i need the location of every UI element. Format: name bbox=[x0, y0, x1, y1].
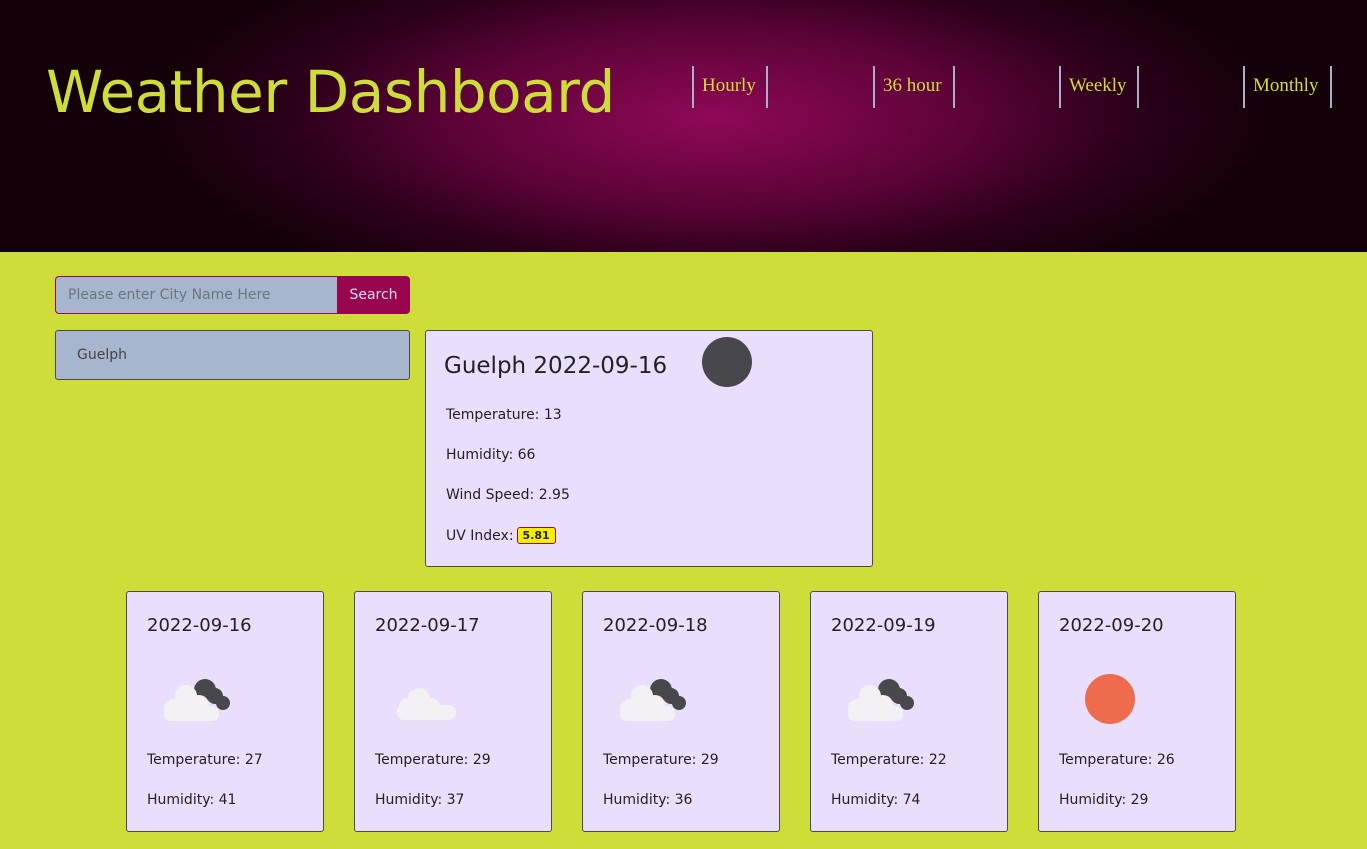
forecast-date: 2022-09-17 bbox=[375, 615, 480, 636]
forecast-humidity: Humidity: 36 bbox=[603, 792, 693, 808]
current-temperature: Temperature: 13 bbox=[446, 407, 562, 423]
forecast-date: 2022-09-16 bbox=[147, 615, 252, 636]
nav-36-hour[interactable]: 36 hour bbox=[873, 66, 955, 108]
forecast-date: 2022-09-18 bbox=[603, 615, 708, 636]
forecast-temperature: Temperature: 27 bbox=[147, 752, 263, 768]
current-weather-card: Guelph 2022-09-16 Temperature: 13 Humidi… bbox=[425, 330, 873, 567]
forecast-humidity: Humidity: 37 bbox=[375, 792, 465, 808]
forecast-card: 2022-09-18 Temperature: 29 Humidity: 36 bbox=[582, 591, 780, 832]
forecast-card: 2022-09-17 Temperature: 29 Humidity: 37 bbox=[354, 591, 552, 832]
search-input[interactable] bbox=[55, 276, 338, 314]
forecast-humidity: Humidity: 41 bbox=[147, 792, 237, 808]
current-city-date: Guelph 2022-09-16 bbox=[444, 353, 668, 379]
current-humidity: Humidity: 66 bbox=[446, 447, 536, 463]
forecast-date: 2022-09-19 bbox=[831, 615, 936, 636]
uv-badge: 5.81 bbox=[516, 527, 556, 544]
weather-icon bbox=[702, 337, 752, 387]
nav-hourly[interactable]: Hourly bbox=[692, 66, 768, 108]
search-button[interactable]: Search bbox=[337, 276, 410, 314]
forecast-temperature: Temperature: 26 bbox=[1059, 752, 1175, 768]
cloudy-icon bbox=[164, 679, 230, 721]
forecast-temperature: Temperature: 29 bbox=[603, 752, 719, 768]
current-wind-speed: Wind Speed: 2.95 bbox=[446, 487, 570, 503]
forecast-humidity: Humidity: 29 bbox=[1059, 792, 1149, 808]
forecast-humidity: Humidity: 74 bbox=[831, 792, 921, 808]
nav-monthly[interactable]: Monthly bbox=[1243, 66, 1332, 108]
forecast-temperature: Temperature: 29 bbox=[375, 752, 491, 768]
forecast-temperature: Temperature: 22 bbox=[831, 752, 947, 768]
cloudy-icon bbox=[620, 679, 686, 721]
cloudy-icon bbox=[848, 679, 914, 721]
forecast-card: 2022-09-16 Temperature: 27 Humidity: 41 bbox=[126, 591, 324, 832]
cloud-icon bbox=[397, 688, 456, 720]
header: Weather Dashboard Hourly 36 hour Weekly … bbox=[0, 0, 1367, 252]
page-title: Weather Dashboard bbox=[46, 58, 615, 126]
forecast-card: 2022-09-19 Temperature: 22 Humidity: 74 bbox=[810, 591, 1008, 832]
nav-weekly[interactable]: Weekly bbox=[1059, 66, 1139, 108]
uv-label: UV Index: bbox=[446, 528, 514, 544]
history-item-guelph[interactable]: Guelph bbox=[55, 330, 410, 380]
sun-icon bbox=[1085, 674, 1135, 724]
forecast-date: 2022-09-20 bbox=[1059, 615, 1164, 636]
current-uv: UV Index: 5.81 bbox=[446, 527, 556, 544]
forecast-card: 2022-09-20 Temperature: 26 Humidity: 29 bbox=[1038, 591, 1236, 832]
